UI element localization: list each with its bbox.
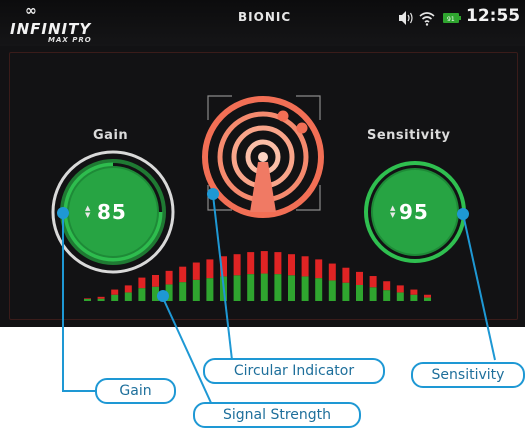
callout-signal-strength: Signal Strength <box>193 402 361 428</box>
callout-sensitivity: Sensitivity <box>411 362 525 388</box>
callout-circular-indicator: Circular Indicator <box>203 358 385 384</box>
callout-gain: Gain <box>95 378 176 404</box>
